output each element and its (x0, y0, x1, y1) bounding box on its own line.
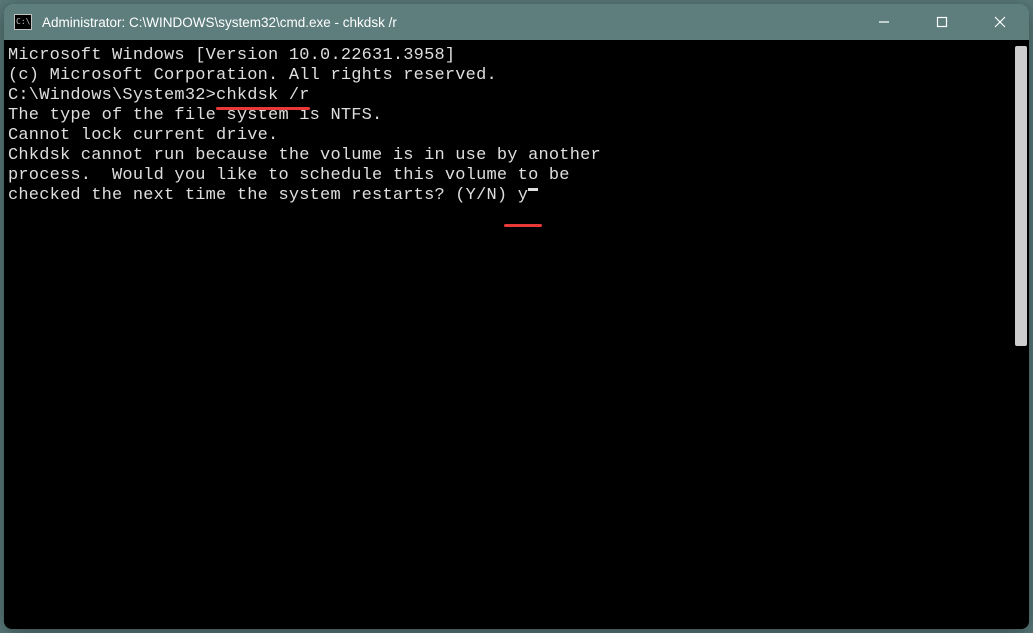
window-title: Administrator: C:\WINDOWS\system32\cmd.e… (42, 15, 855, 30)
minimize-button[interactable] (855, 4, 913, 40)
close-button[interactable] (971, 4, 1029, 40)
confirm-prompt-line: checked the next time the system restart… (8, 186, 1025, 206)
lock-error-line: Cannot lock current drive. (8, 126, 1025, 146)
close-icon (994, 16, 1006, 28)
terminal-output[interactable]: Microsoft Windows [Version 10.0.22631.39… (4, 40, 1029, 629)
prompt-line: C:\Windows\System32>chkdsk /r (8, 86, 1025, 106)
minimize-icon (878, 16, 890, 28)
chkdsk-msg-line1: Chkdsk cannot run because the volume is … (8, 146, 1025, 166)
vertical-scrollbar[interactable] (1015, 46, 1027, 346)
user-input-y: y (518, 186, 528, 206)
confirm-prompt-text: checked the next time the system restart… (8, 186, 518, 206)
maximize-button[interactable] (913, 4, 971, 40)
window-controls (855, 4, 1029, 40)
maximize-icon (936, 16, 948, 28)
typed-command: chkdsk /r (216, 86, 310, 106)
chkdsk-msg-line2: process. Would you like to schedule this… (8, 166, 1025, 186)
titlebar[interactable]: C:\ Administrator: C:\WINDOWS\system32\c… (4, 4, 1029, 40)
cmd-window: C:\ Administrator: C:\WINDOWS\system32\c… (4, 4, 1029, 629)
cmd-icon: C:\ (14, 14, 32, 30)
copyright-line: (c) Microsoft Corporation. All rights re… (8, 66, 1025, 86)
text-cursor (528, 188, 538, 191)
prompt-path: C:\Windows\System32> (8, 86, 216, 106)
fs-type-line: The type of the file system is NTFS. (8, 106, 1025, 126)
version-line: Microsoft Windows [Version 10.0.22631.39… (8, 46, 1025, 66)
